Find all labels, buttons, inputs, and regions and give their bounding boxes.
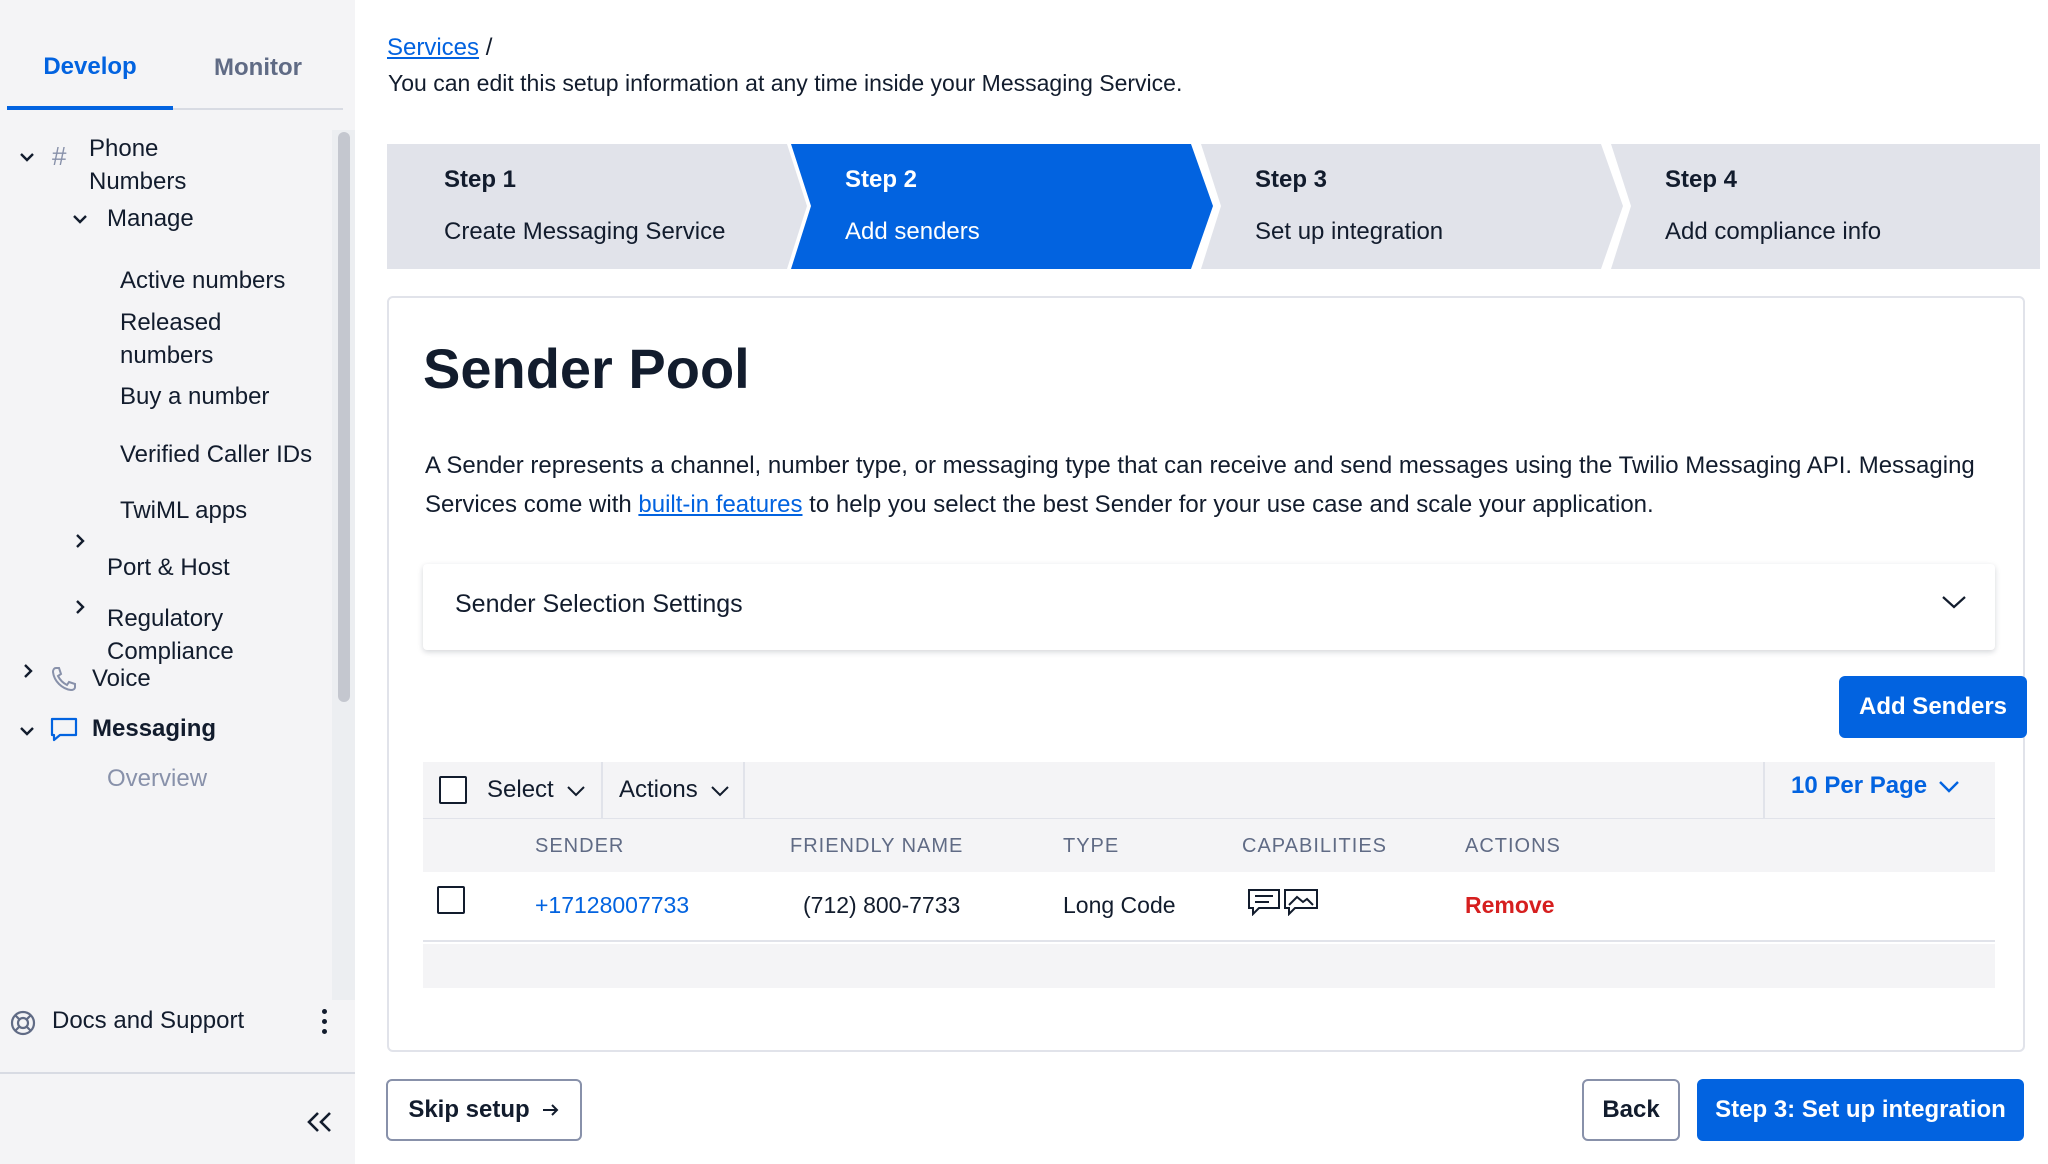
sidebar-item-released-numbers[interactable]: Released numbers — [120, 306, 221, 372]
accordion-label: Sender Selection Settings — [455, 590, 743, 618]
chevron-right-icon[interactable] — [75, 514, 87, 548]
arrow-right-icon — [542, 1104, 559, 1116]
sidebar-nav: # Phone Numbers Manage Active numbers Re… — [0, 130, 340, 1000]
step-label: Set up integration — [1255, 218, 1444, 245]
select-label: Select — [487, 776, 554, 803]
lifebuoy-icon — [9, 1009, 37, 1042]
chat-icon — [49, 716, 79, 749]
breadcrumb: Services / — [387, 34, 492, 62]
sidebar-item-port-host[interactable]: Port & Host — [107, 551, 230, 584]
skip-label: Skip setup — [408, 1096, 530, 1123]
kebab-menu-icon[interactable] — [314, 1006, 334, 1040]
sms-icon — [1247, 888, 1281, 921]
type-cell: Long Code — [1063, 892, 1176, 918]
chevron-right-icon[interactable] — [23, 644, 35, 678]
chevron-down-icon[interactable] — [1941, 594, 1967, 615]
step-number: Step 4 — [1665, 166, 1738, 193]
built-in-features-link[interactable]: built-in features — [638, 491, 802, 518]
tab-develop[interactable]: Develop — [7, 28, 173, 110]
sidebar-item-buy-number[interactable]: Buy a number — [120, 380, 269, 413]
mms-icon — [1283, 888, 1319, 921]
step-number: Step 1 — [444, 166, 517, 193]
sender-selection-accordion[interactable]: Sender Selection Settings — [423, 564, 1995, 650]
select-dropdown[interactable]: Select — [487, 776, 586, 804]
collapse-sidebar-icon[interactable] — [304, 1110, 338, 1140]
row-checkbox[interactable] — [437, 886, 465, 914]
table-header: SENDER FRIENDLY NAME TYPE CAPABILITIES A… — [423, 818, 1995, 872]
column-header-friendly-name: FRIENDLY NAME — [790, 835, 964, 857]
actions-dropdown[interactable]: Actions — [619, 776, 730, 804]
intro-text: You can edit this setup information at a… — [388, 70, 1183, 96]
chevron-down-icon[interactable] — [20, 152, 34, 164]
sidebar-scrollbar-thumb[interactable] — [338, 132, 350, 702]
skip-setup-button[interactable]: Skip setup — [386, 1079, 582, 1141]
per-page-dropdown[interactable]: 10 Per Page — [1791, 772, 1960, 800]
divider — [0, 1072, 355, 1074]
description-text: to help you select the best Sender for y… — [802, 491, 1654, 518]
step-number: Step 3 — [1255, 166, 1328, 193]
step-3[interactable]: Step 3 Set up integration — [1201, 144, 1627, 269]
step-label: Add senders — [845, 218, 980, 245]
step-4[interactable]: Step 4 Add compliance info — [1611, 144, 2040, 269]
column-header-sender: SENDER — [535, 835, 625, 857]
friendly-name-cell: (712) 800-7733 — [803, 892, 961, 918]
next-step-button[interactable]: Step 3: Set up integration — [1697, 1079, 2024, 1141]
sidebar-item-regulatory-compliance[interactable]: Regulatory Compliance — [107, 602, 234, 668]
sender-link[interactable]: +17128007733 — [535, 892, 689, 919]
sidebar-item-label: numbers — [120, 342, 214, 369]
tab-monitor[interactable]: Monitor — [173, 28, 343, 108]
chevron-right-icon[interactable] — [75, 580, 87, 614]
chevron-down-icon — [567, 785, 586, 797]
step-number: Step 2 — [845, 166, 918, 193]
sender-pool-card: Sender Pool A Sender represents a channe… — [387, 296, 2027, 1052]
step-1[interactable]: Step 1 Create Messaging Service — [387, 144, 807, 269]
sidebar-item-messaging[interactable]: Messaging — [92, 712, 216, 745]
docs-support-label: Docs and Support — [52, 1007, 245, 1034]
progress-stepper: Step 1 Create Messaging Service Step 2 A… — [387, 144, 2040, 269]
actions-label: Actions — [619, 776, 698, 803]
sidebar: Develop Monitor # Phone Numbers Manage A… — [0, 0, 355, 1164]
sidebar-item-label: Phone — [89, 135, 159, 162]
table-row: +17128007733 (712) 800-7733 Long Code Re… — [423, 872, 1995, 942]
sidebar-item-label: Released — [120, 309, 222, 336]
back-button[interactable]: Back — [1582, 1079, 1680, 1141]
column-header-actions: ACTIONS — [1465, 835, 1561, 857]
sidebar-item-verified-caller-ids[interactable]: Verified Caller IDs — [120, 438, 312, 471]
hash-icon: # — [52, 141, 67, 171]
column-header-capabilities: CAPABILITIES — [1242, 835, 1388, 857]
sidebar-tabs: Develop Monitor — [7, 28, 343, 110]
sidebar-item-label: Numbers — [89, 168, 187, 195]
add-senders-button[interactable]: Add Senders — [1839, 676, 2027, 738]
divider — [601, 762, 603, 818]
sidebar-item-label: Regulatory — [107, 605, 224, 632]
step-label: Add compliance info — [1665, 218, 1882, 245]
sidebar-item-manage[interactable]: Manage — [107, 202, 194, 235]
step-2[interactable]: Step 2 Add senders — [791, 144, 1217, 269]
docs-support-row[interactable]: Docs and Support — [0, 1000, 355, 1050]
table-toolbar: Select Actions 10 Per Page — [423, 762, 1995, 818]
main-content: Services / You can edit this setup infor… — [355, 0, 2048, 1164]
chevron-down-icon — [1938, 780, 1959, 793]
card-description: A Sender represents a channel, number ty… — [425, 446, 1985, 524]
breadcrumb-separator: / — [485, 34, 493, 61]
sidebar-item-overview[interactable]: Overview — [107, 762, 207, 795]
divider — [1763, 762, 1765, 818]
chevron-down-icon[interactable] — [73, 214, 87, 226]
sidebar-item-twiml-apps[interactable]: TwiML apps — [120, 494, 247, 527]
remove-button[interactable]: Remove — [1465, 892, 1554, 919]
sidebar-item-phone-numbers[interactable]: Phone Numbers — [89, 132, 186, 198]
column-header-type: TYPE — [1063, 835, 1120, 857]
page-title: Sender Pool — [423, 337, 750, 400]
breadcrumb-services-link[interactable]: Services — [387, 34, 479, 61]
chevron-down-icon — [711, 785, 730, 797]
divider — [743, 762, 745, 818]
select-all-checkbox[interactable] — [439, 776, 467, 804]
sidebar-item-voice[interactable]: Voice — [92, 662, 151, 695]
sidebar-item-active-numbers[interactable]: Active numbers — [120, 264, 285, 297]
step-label: Create Messaging Service — [444, 218, 726, 245]
per-page-label: 10 Per Page — [1791, 772, 1928, 799]
phone-icon — [50, 665, 78, 698]
chevron-down-icon[interactable] — [20, 726, 34, 738]
table-empty-row — [423, 944, 1995, 988]
